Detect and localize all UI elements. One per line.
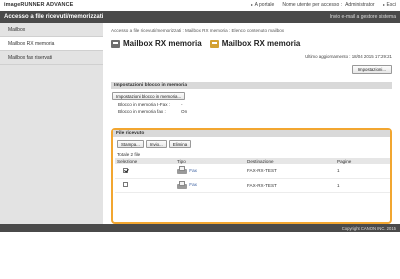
sidebar: Mailbox Mailbox RX memoria Mailbox fax r… [0,23,103,224]
memory-lock-section: Impostazioni blocco in memoria Impostazi… [111,82,392,114]
email-admin-link[interactable]: Invio e-mail a gestore sistema [330,14,396,20]
footer: Copyright CANON INC. 2015 [0,224,400,232]
table-row: Fax FAX-RX-TEST 1 [115,164,390,179]
pages-cell: 1 [335,164,390,179]
memory-row-ifax: Blocco in memoria I-Fax : - [111,102,392,107]
memory-row-value: - [181,102,183,107]
row-checkbox[interactable] [123,167,128,173]
destination-cell: FAX-RX-TEST [245,164,335,179]
page-subtitle: Mailbox RX memoria [221,39,301,48]
print-button[interactable]: Stampa... [117,140,144,148]
memory-lock-settings-button[interactable]: Impostazioni blocco in memoria... [112,92,186,100]
sidebar-item-confidential-fax[interactable]: Mailbox fax riservati [0,51,103,65]
portal-link-label: A portale [254,2,275,8]
page-title: Mailbox RX memoria [123,39,202,48]
file-type-link[interactable]: Fax [189,182,197,187]
total-files: Totale 2 file [117,152,141,157]
last-updated: Ultimo aggiornamento : 18/04 2015 17:29:… [305,54,392,59]
memory-lock-heading: Impostazioni blocco in memoria [111,82,392,89]
main-content: Accesso a file ricevuti/memorizzati : Ma… [107,23,396,224]
file-type-link[interactable]: Fax [189,168,197,173]
destination-cell: FAX-RX-TEST [245,178,335,193]
page-background [0,232,400,279]
page-title-row: Mailbox RX memoria Mailbox RX memoria [111,39,300,48]
user-value: Administrator [345,2,375,8]
received-files-heading: File ricevuto [113,130,390,137]
received-files-panel: File ricevuto Stampa... Invio... Elimina… [111,128,392,224]
settings-button[interactable]: Impostazioni... [351,65,392,74]
memory-box-icon [209,39,219,48]
arrow-icon [250,4,253,6]
row-checkbox[interactable] [123,182,128,187]
memory-row-label: Blocco in memoria I-Fax : [118,102,171,107]
page-header-title: Accesso a file ricevuti/memorizzati [4,14,104,20]
memory-row-label: Blocco in memoria fax : [118,109,166,114]
memory-row-fax: Blocco in memoria fax : On [111,109,392,114]
top-bar: imageRUNNER ADVANCE A portale Nome utent… [0,0,400,11]
brand-name: imageRUNNER ADVANCE [4,2,74,8]
breadcrumb: Accesso a file ricevuti/memorizzati : Ma… [111,28,285,33]
fax-icon [177,166,187,175]
received-files-actions: Stampa... Invio... Elimina [117,140,390,148]
received-files-table: Selezione Tipo Destinazione Pagine Fax F… [115,158,390,193]
user-info: Nome utente per accesso : Administrator [282,2,374,8]
delete-button[interactable]: Elimina [168,140,192,148]
arrow-icon [382,4,385,6]
sidebar-item-rx-memory[interactable]: Mailbox RX memoria [0,37,103,51]
page-header: Accesso a file ricevuti/memorizzati Invi… [0,11,400,23]
copyright: Copyright CANON INC. 2015 [341,226,396,231]
memory-row-value: On [181,109,188,114]
logout-label: Esci [386,2,396,8]
table-row: Fax FAX-RX-TEST 1 [115,178,390,193]
mailbox-icon [111,39,120,48]
logout-link[interactable]: Esci [382,2,396,8]
fax-icon [177,180,187,190]
sidebar-item-mailbox[interactable]: Mailbox [0,23,103,37]
pages-cell: 1 [335,178,390,193]
portal-link[interactable]: A portale [250,2,275,8]
top-links: A portale Nome utente per accesso : Admi… [250,2,396,8]
user-label: Nome utente per accesso : [282,2,343,8]
send-button[interactable]: Invio... [145,140,167,148]
